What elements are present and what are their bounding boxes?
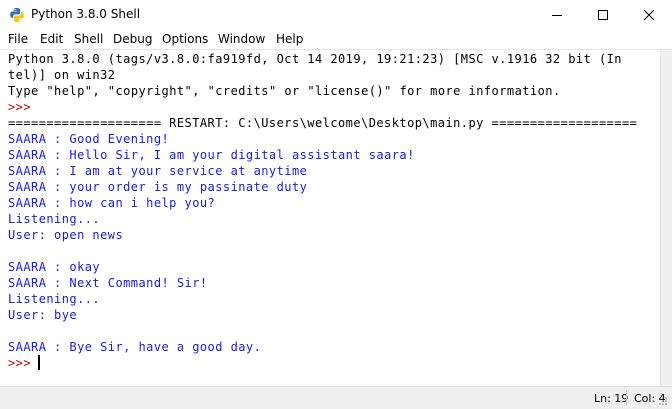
status-bar: Ln: 19 Col: 4: [0, 386, 672, 409]
vertical-scrollbar[interactable]: [660, 50, 672, 386]
status-line: Ln: 19: [594, 392, 629, 405]
shell-line: >>>: [8, 356, 39, 370]
minimize-icon: [552, 15, 562, 16]
shell-line: SAARA : how can i help you?: [8, 196, 216, 210]
shell-line: SAARA : your order is my passinate duty: [8, 180, 308, 194]
window-title: Python 3.8.0 Shell: [31, 7, 141, 21]
python-icon: [9, 7, 25, 23]
shell-text-run: ,: [192, 84, 208, 98]
shell-line: SAARA : I am at your service at anytime: [8, 164, 308, 178]
text-cursor: [38, 355, 40, 370]
shell-line: SAARA : Hello Sir, I am your digital ass…: [8, 148, 415, 162]
shell-text-run: ,: [92, 84, 108, 98]
maximize-icon: [598, 10, 608, 20]
close-button[interactable]: [626, 0, 672, 30]
close-icon: [644, 10, 654, 20]
shell-text-run: Type: [8, 84, 47, 98]
shell-line: SAARA : Bye Sir, have a good day.: [8, 340, 262, 354]
shell-line: User: bye: [8, 308, 78, 322]
shell-line: SAARA : Good Evening!: [8, 132, 170, 146]
shell-line: Listening...: [8, 292, 101, 306]
menu-debug[interactable]: Debug: [113, 32, 152, 46]
menu-help[interactable]: Help: [276, 32, 303, 46]
shell-text-run: or: [276, 84, 308, 98]
shell-line: Listening...: [8, 212, 101, 226]
menu-bar: File Edit Shell Debug Options Window Hel…: [0, 30, 672, 49]
resize-grip-icon[interactable]: [656, 394, 668, 406]
menu-edit[interactable]: Edit: [40, 32, 63, 46]
shell-text-run: "credits": [207, 84, 277, 98]
shell-text-run: "license()": [307, 84, 392, 98]
minimize-button[interactable]: [534, 0, 580, 30]
menu-window[interactable]: Window: [218, 32, 265, 46]
menu-shell[interactable]: Shell: [74, 32, 103, 46]
title-bar[interactable]: Python 3.8.0 Shell: [0, 0, 672, 30]
maximize-button[interactable]: [580, 0, 626, 30]
shell-line: SAARA : Next Command! Sir!: [8, 276, 208, 290]
shell-line: ==================== RESTART: C:\Users\w…: [8, 116, 638, 130]
shell-text-area[interactable]: Python 3.8.0 (tags/v3.8.0:fa919fd, Oct 1…: [0, 50, 660, 386]
shell-text-run: "help": [46, 84, 93, 98]
shell-line: SAARA : okay: [8, 260, 101, 274]
shell-line: tel)] on win32: [8, 68, 116, 82]
menu-file[interactable]: File: [8, 32, 28, 46]
shell-line: Type "help", "copyright", "credits" or "…: [8, 83, 561, 99]
shell-line: User: open news: [8, 228, 124, 242]
status-divider: [626, 390, 627, 405]
shell-line: >>>: [8, 100, 39, 114]
shell-text-run: "copyright": [107, 84, 193, 98]
shell-line: Python 3.8.0 (tags/v3.8.0:fa919fd, Oct 1…: [8, 52, 622, 66]
shell-text-run: for more information.: [391, 84, 561, 98]
menu-options[interactable]: Options: [162, 32, 208, 46]
